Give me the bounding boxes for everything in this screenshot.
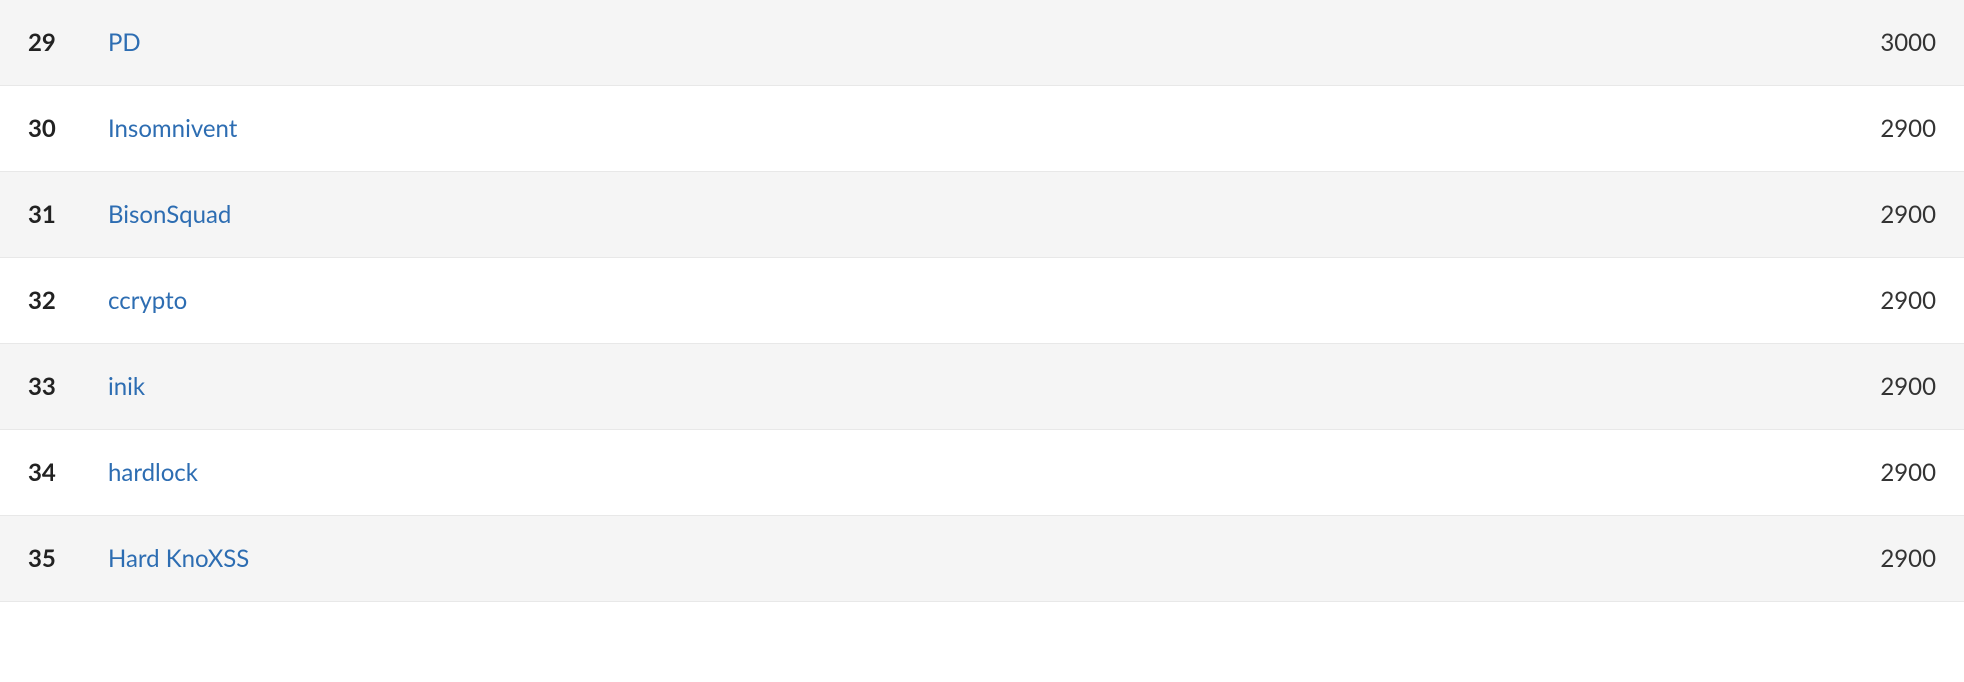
name-cell: ccrypto [108, 286, 1836, 315]
team-link[interactable]: PD [108, 28, 141, 57]
rank-cell: 33 [28, 372, 108, 401]
table-row: 31 BisonSquad 2900 [0, 172, 1964, 258]
leaderboard-table: 29 PD 3000 30 Insomnivent 2900 31 BisonS… [0, 0, 1964, 602]
team-link[interactable]: inik [108, 372, 145, 401]
name-cell: Hard KnoXSS [108, 544, 1836, 573]
score-cell: 2900 [1836, 200, 1936, 229]
score-cell: 2900 [1836, 544, 1936, 573]
score-cell: 2900 [1836, 372, 1936, 401]
rank-cell: 35 [28, 544, 108, 573]
rank-cell: 34 [28, 458, 108, 487]
team-link[interactable]: hardlock [108, 458, 198, 487]
name-cell: PD [108, 28, 1836, 57]
team-link[interactable]: BisonSquad [108, 200, 231, 229]
name-cell: Insomnivent [108, 114, 1836, 143]
rank-cell: 29 [28, 28, 108, 57]
table-row: 32 ccrypto 2900 [0, 258, 1964, 344]
rank-cell: 32 [28, 286, 108, 315]
table-row: 35 Hard KnoXSS 2900 [0, 516, 1964, 602]
team-link[interactable]: Insomnivent [108, 114, 237, 143]
table-row: 33 inik 2900 [0, 344, 1964, 430]
score-cell: 2900 [1836, 114, 1936, 143]
team-link[interactable]: Hard KnoXSS [108, 544, 249, 573]
table-row: 30 Insomnivent 2900 [0, 86, 1964, 172]
name-cell: hardlock [108, 458, 1836, 487]
table-row: 29 PD 3000 [0, 0, 1964, 86]
name-cell: BisonSquad [108, 200, 1836, 229]
score-cell: 2900 [1836, 286, 1936, 315]
team-link[interactable]: ccrypto [108, 286, 187, 315]
name-cell: inik [108, 372, 1836, 401]
score-cell: 3000 [1836, 28, 1936, 57]
rank-cell: 30 [28, 114, 108, 143]
score-cell: 2900 [1836, 458, 1936, 487]
rank-cell: 31 [28, 200, 108, 229]
table-row: 34 hardlock 2900 [0, 430, 1964, 516]
